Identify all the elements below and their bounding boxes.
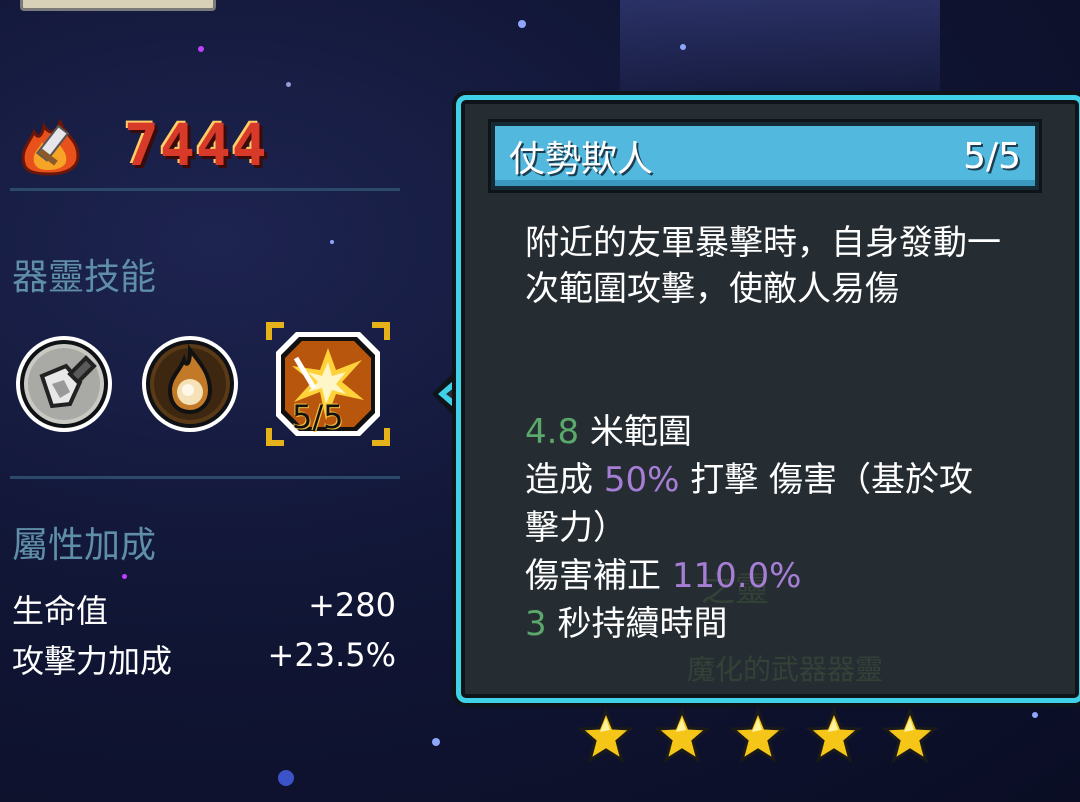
stat-label: 造成 xyxy=(525,460,593,500)
skill-stats: 4.8 米範圍 造成 50% 打擊 傷害（基於攻擊力） 傷害補正 110.0% … xyxy=(525,408,1025,648)
divider xyxy=(10,188,400,191)
attribute-row: 生命值 +280 xyxy=(12,586,396,632)
stat-line-damage: 造成 50% 打擊 傷害（基於攻擊力） xyxy=(525,456,995,552)
attribute-label: 攻擊力加成 xyxy=(12,642,173,680)
left-panel: 7444 器靈技能 5/5 屬性加成 生命值 +280 攻擊力加成 +23.5% xyxy=(0,0,420,802)
stat-line-modifier: 傷害補正 110.0% xyxy=(525,552,1025,600)
flame-sword-icon xyxy=(21,118,80,176)
attribute-value: +280 xyxy=(308,586,396,624)
stat-label: 秒持續時間 xyxy=(557,604,728,644)
star-icon xyxy=(654,708,710,764)
power-display: 7444 xyxy=(16,110,268,180)
skill-slot-1[interactable] xyxy=(12,332,116,436)
star-rating xyxy=(578,708,938,764)
skill-slot-3-selected[interactable]: 5/5 xyxy=(266,322,390,446)
skill-level: 5/5 xyxy=(963,135,1021,177)
shovel-skill-icon xyxy=(16,336,112,432)
stat-value: 50% xyxy=(603,460,680,500)
power-value: 7444 xyxy=(124,111,268,179)
attribute-row: 攻擊力加成 +23.5% xyxy=(12,636,396,682)
star-icon xyxy=(882,708,938,764)
skills-section-title: 器靈技能 xyxy=(12,257,157,298)
skill-slot-2[interactable] xyxy=(138,332,242,436)
skill-tooltip: 之靈 魔化的武器器靈 仗勢欺人 5/5 附近的友軍暴擊時，自身發動一次範圍攻擊，… xyxy=(456,95,1080,703)
star-icon xyxy=(578,708,634,764)
stat-line-duration: 3 秒持續時間 xyxy=(525,600,1025,648)
ghost-text: 魔化的武器器靈 xyxy=(687,653,884,686)
fireball-skill-icon xyxy=(142,336,238,432)
sparkle-dot xyxy=(680,44,686,50)
sparkle-dot xyxy=(432,738,440,746)
stat-line-range: 4.8 米範圍 xyxy=(525,408,1025,456)
stat-value: 4.8 xyxy=(525,412,580,452)
stat-label: 打擊 傷害（基於攻擊力） xyxy=(525,460,974,548)
stat-value: 110.0% xyxy=(671,556,802,596)
attribute-value: +23.5% xyxy=(267,636,396,674)
stat-label: 米範圍 xyxy=(589,412,692,452)
stat-label: 傷害補正 xyxy=(525,556,661,596)
sparkle-dot xyxy=(1032,712,1038,718)
skill-description: 附近的友軍暴擊時，自身發動一次範圍攻擊，使敵人易傷 xyxy=(525,223,1001,309)
stat-value: 3 xyxy=(525,604,547,644)
tooltip-title-bar: 仗勢欺人 5/5 xyxy=(491,122,1039,190)
star-icon xyxy=(730,708,786,764)
divider xyxy=(10,476,400,479)
star-icon xyxy=(806,708,862,764)
skill-name: 仗勢欺人 xyxy=(509,139,654,180)
attribute-label: 生命值 xyxy=(12,592,109,630)
attributes-section-title: 屬性加成 xyxy=(12,525,157,566)
sparkle-dot xyxy=(518,20,526,28)
skill-level-badge: 5/5 xyxy=(292,398,344,436)
